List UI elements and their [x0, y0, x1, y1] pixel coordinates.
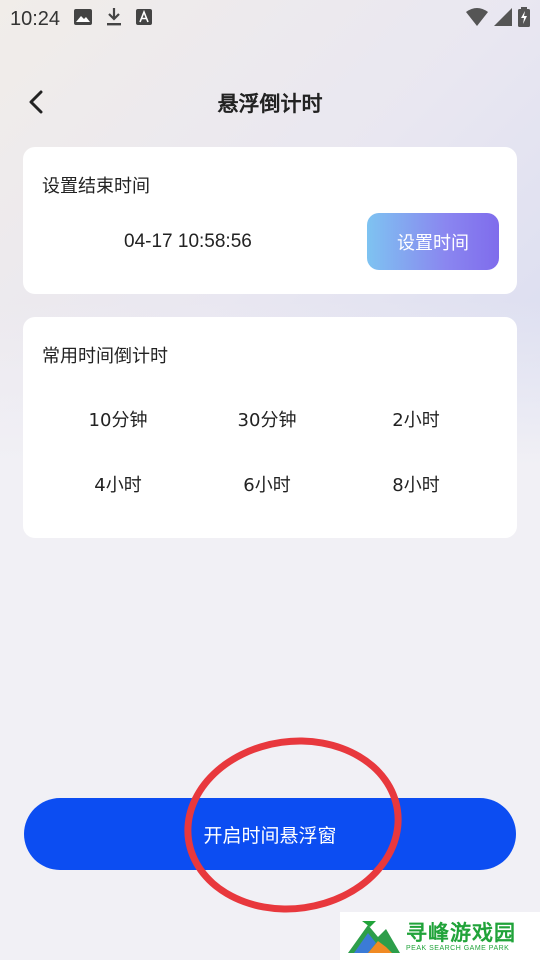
preset-8-hours[interactable]: 8小时 — [340, 471, 492, 497]
watermark-en: PEAK SEARCH GAME PARK — [406, 944, 510, 952]
download-icon — [106, 7, 122, 31]
signal-icon — [494, 7, 512, 31]
image-icon — [74, 8, 93, 30]
preset-card-title: 常用时间倒计时 — [42, 346, 168, 367]
status-bar: 10:24 — [0, 0, 540, 38]
preset-6-hours[interactable]: 6小时 — [191, 471, 343, 497]
battery-charging-icon — [518, 6, 530, 32]
preset-10-min[interactable]: 10分钟 — [42, 406, 194, 432]
watermark-cn: 寻峰游戏园 — [406, 920, 516, 945]
preset-grid: 10分钟 30分钟 2小时 4小时 6小时 8小时 — [42, 402, 498, 512]
status-time: 10:24 — [10, 7, 61, 30]
text-a-icon — [136, 8, 153, 30]
preset-card: 常用时间倒计时 10分钟 30分钟 2小时 4小时 6小时 8小时 — [23, 317, 517, 538]
mountain-logo-icon — [348, 921, 400, 953]
wifi-icon — [466, 7, 488, 31]
page-title: 悬浮倒计时 — [217, 92, 323, 116]
watermark: 寻峰游戏园 PEAK SEARCH GAME PARK — [340, 912, 540, 960]
set-time-button[interactable]: 设置时间 — [367, 213, 499, 270]
app-header: 悬浮倒计时 — [0, 80, 540, 124]
end-time-value: 04-17 10:58:56 — [124, 231, 252, 252]
preset-30-min[interactable]: 30分钟 — [191, 406, 343, 432]
end-time-card: 设置结束时间 04-17 10:58:56 设置时间 — [23, 147, 517, 294]
preset-4-hours[interactable]: 4小时 — [42, 471, 194, 497]
end-time-card-title: 设置结束时间 — [42, 176, 150, 197]
preset-2-hours[interactable]: 2小时 — [340, 406, 492, 432]
